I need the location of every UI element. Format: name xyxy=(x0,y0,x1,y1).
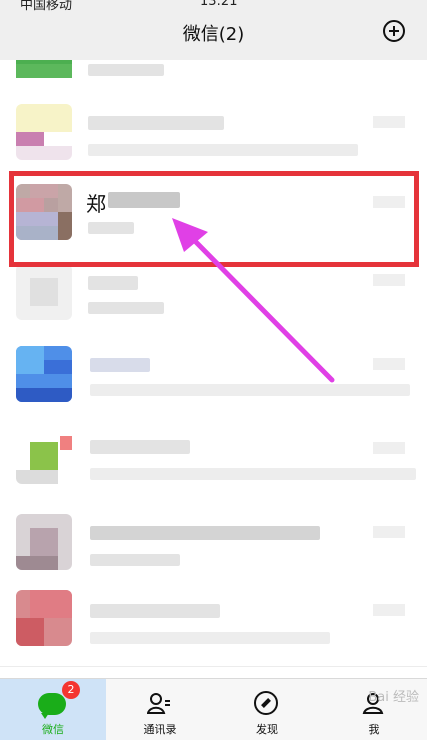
tab-contacts[interactable]: 通讯录 xyxy=(107,679,213,740)
compass-icon xyxy=(254,691,278,715)
pointer-arrow xyxy=(172,218,335,383)
tab-discover[interactable]: 发现 xyxy=(214,679,320,740)
tab-label: 发现 xyxy=(256,723,278,736)
tab-bar: 2 微信 通讯录 发现 我 xyxy=(0,678,427,740)
tab-label: 我 xyxy=(368,723,380,736)
tab-label: 微信 xyxy=(42,723,64,736)
chat-icon xyxy=(38,693,66,719)
tab-label: 通讯录 xyxy=(143,723,177,736)
contacts-icon xyxy=(147,693,170,714)
unread-badge: 2 xyxy=(62,681,80,699)
tab-chats[interactable]: 2 微信 xyxy=(0,679,106,740)
watermark: Bai 经验 xyxy=(368,690,419,705)
